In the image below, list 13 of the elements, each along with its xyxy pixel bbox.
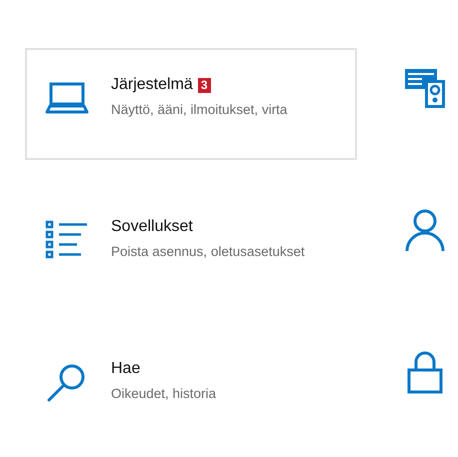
tile-title: Sovellukset	[111, 217, 193, 237]
tile-title: Järjestelmä	[111, 75, 193, 95]
settings-tile[interactable]: Järjestelmä 3 Näyttö, ääni, ilmoitukset, virta	[25, 48, 357, 160]
person-icon[interactable]	[403, 208, 447, 252]
settings-tile[interactable]: Sovellukset Poista asennus, oletusasetukset	[25, 190, 357, 302]
settings-tile[interactable]: Hae Oikeudet, historia	[25, 332, 357, 444]
keyboard-speaker-icon[interactable]	[403, 66, 447, 110]
tile-subtitle: Näyttö, ääni, ilmoitukset, virta	[111, 101, 288, 119]
count-badge: 3	[198, 78, 210, 92]
tile-subtitle: Oikeudet, historia	[111, 385, 216, 403]
tile-subtitle: Poista asennus, oletusasetukset	[111, 243, 305, 261]
list-icon	[45, 220, 89, 260]
tile-title: Hae	[111, 359, 140, 379]
